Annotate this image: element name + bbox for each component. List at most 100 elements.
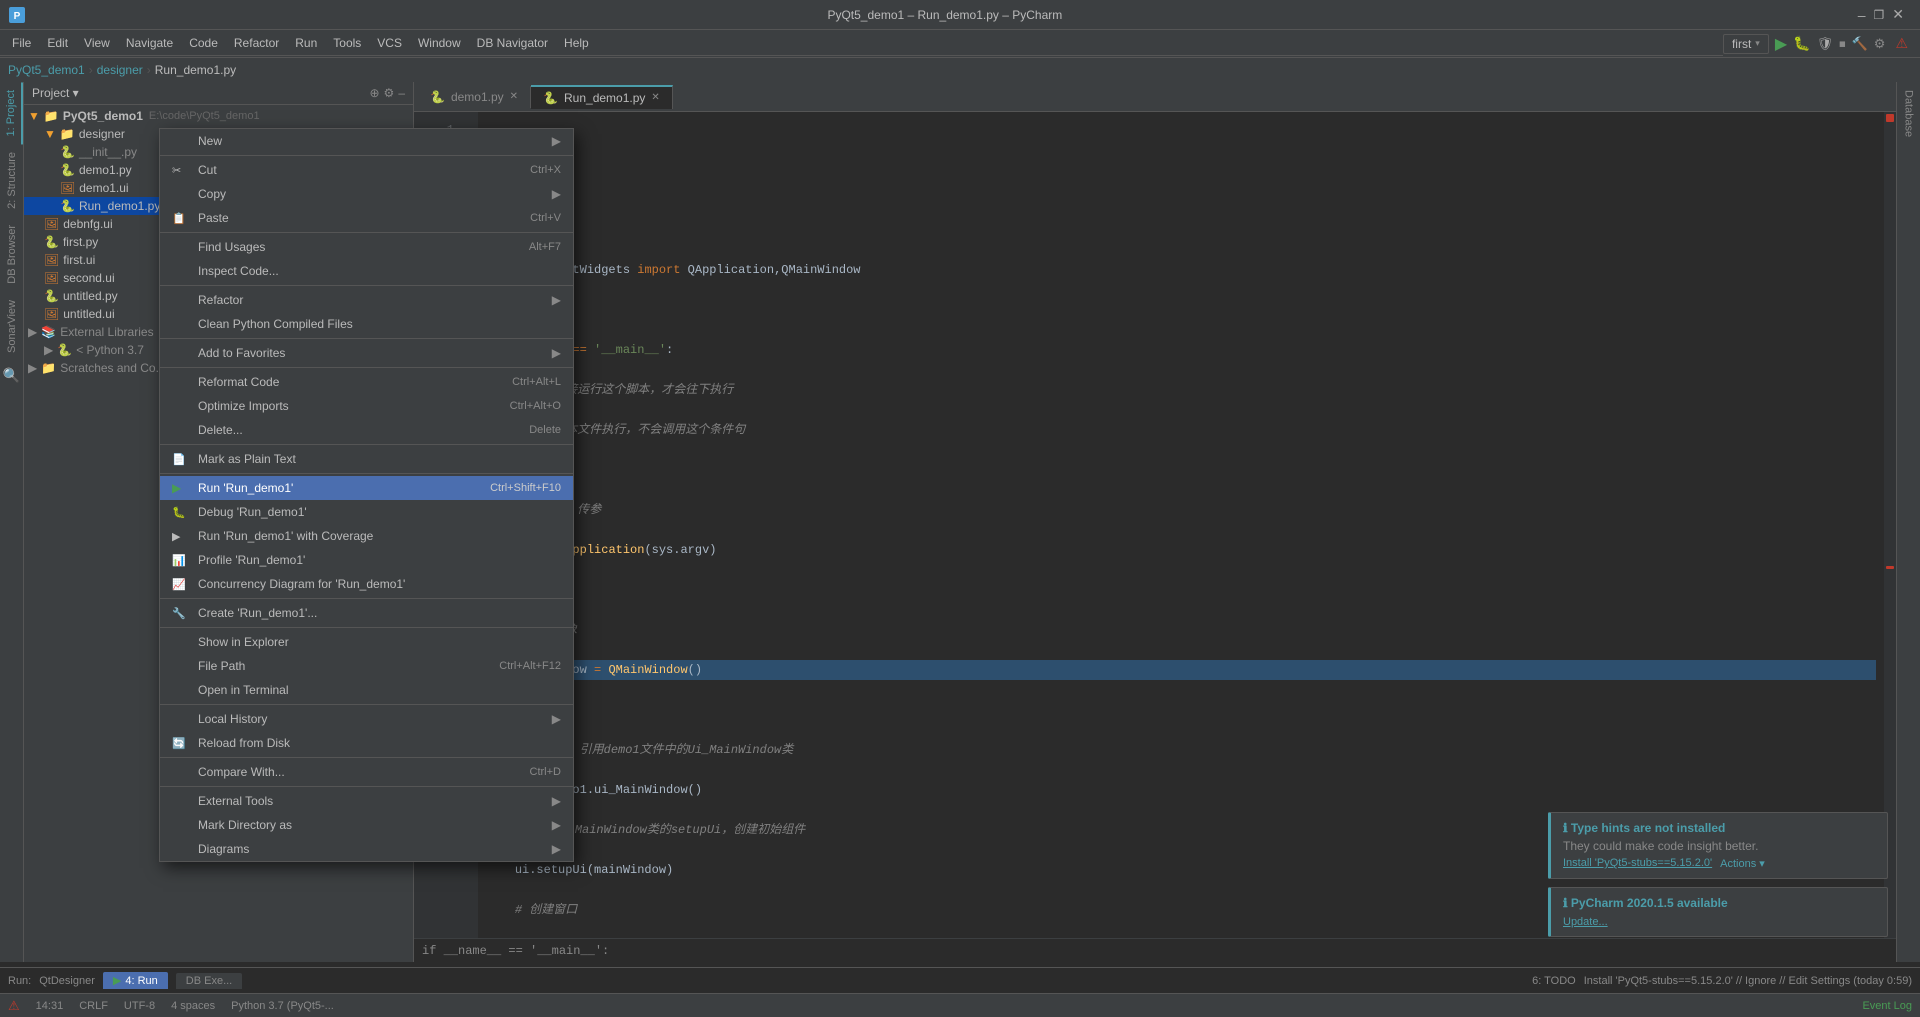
run-button[interactable]: ▶ [1775, 34, 1787, 54]
ctx-diagrams-label: Diagrams [198, 842, 552, 856]
ctx-clean-compiled[interactable]: Clean Python Compiled Files [160, 312, 573, 336]
project-gear-icon[interactable]: ⚙ [384, 86, 395, 100]
menu-navigate[interactable]: Navigate [118, 34, 181, 52]
notif-title-1: ℹ Type hints are not installed [1563, 821, 1875, 835]
ctx-sep8 [160, 598, 573, 599]
sidebar-structure-icon[interactable]: 2: Structure [2, 144, 22, 217]
ctx-run[interactable]: ▶ Run 'Run_demo1' Ctrl+Shift+F10 [160, 476, 573, 500]
sidebar-project-icon[interactable]: 1: Project [1, 82, 23, 144]
ctx-mark-dir[interactable]: Mark Directory as ▶ [160, 813, 573, 837]
menu-view[interactable]: View [76, 34, 118, 52]
sidebar-sonarview-icon[interactable]: SonarView [2, 292, 22, 361]
ctx-file-path[interactable]: File Path Ctrl+Alt+F12 [160, 654, 573, 678]
ctx-optimize-imports[interactable]: Optimize Imports Ctrl+Alt+O [160, 394, 573, 418]
editor-bottom-hint: if __name__ == '__main__': [414, 938, 1896, 962]
ctx-copy[interactable]: Copy ▶ [160, 182, 573, 206]
tab-run-close[interactable]: ✕ [651, 92, 659, 103]
notif-actions[interactable]: Actions ▾ [1720, 857, 1765, 870]
run-config-dropdown[interactable]: first ▾ [1723, 34, 1769, 54]
ctx-optimize-label: Optimize Imports [198, 399, 510, 413]
ctx-sep9 [160, 627, 573, 628]
ctx-cut[interactable]: ✂ Cut Ctrl+X [160, 158, 573, 182]
minimize-button[interactable]: – [1858, 6, 1866, 23]
ctx-diagrams[interactable]: Diagrams ▶ [160, 837, 573, 861]
ctx-show-explorer[interactable]: Show in Explorer [160, 630, 573, 654]
app-icon: P [8, 6, 26, 24]
ctx-inspect-code-label: Inspect Code... [198, 264, 561, 278]
sidebar-db-browser-icon[interactable]: DB Browser [2, 217, 22, 292]
ctx-profile[interactable]: 📊 Profile 'Run_demo1' [160, 548, 573, 572]
tree-item-root[interactable]: ▼ 📁 PyQt5_demo1 E:\code\PyQt5_demo1 [24, 107, 413, 125]
run-tab-btn[interactable]: ▶ 4: Run [103, 972, 168, 989]
code-line-4: from PyQt5.QtWidgets import QApplication… [486, 260, 1876, 280]
notif-install-link[interactable]: Install 'PyQt5-stubs==5.15.2.0' [1563, 857, 1712, 870]
menu-file[interactable]: File [4, 34, 39, 52]
ctx-concurrency[interactable]: 📈 Concurrency Diagram for 'Run_demo1' [160, 572, 573, 596]
ctx-inspect-code[interactable]: Inspect Code... [160, 259, 573, 283]
ctx-reformat[interactable]: Reformat Code Ctrl+Alt+L [160, 370, 573, 394]
ctx-compare[interactable]: Compare With... Ctrl+D [160, 760, 573, 784]
project-add-icon[interactable]: ⊕ [369, 86, 379, 100]
settings-button[interactable]: ⚙ [1874, 36, 1886, 52]
status-charset: UTF-8 [124, 1000, 155, 1012]
project-collapse-icon[interactable]: – [398, 86, 405, 100]
left-sidebar: 1: Project 2: Structure DB Browser Sonar… [0, 82, 24, 962]
coverage-icon: ▶ [172, 530, 190, 543]
tab-demo1py-close[interactable]: ✕ [510, 91, 518, 102]
menu-edit[interactable]: Edit [39, 34, 76, 52]
ctx-new[interactable]: New ▶ [160, 129, 573, 153]
menu-code[interactable]: Code [181, 34, 226, 52]
menu-refactor[interactable]: Refactor [226, 34, 287, 52]
stop-button[interactable]: ⏹ [1839, 36, 1846, 52]
ctx-open-terminal[interactable]: Open in Terminal [160, 678, 573, 702]
menu-help[interactable]: Help [556, 34, 597, 52]
close-button[interactable]: ✕ [1892, 6, 1904, 23]
db-navigator-tab[interactable]: Database [1899, 82, 1919, 145]
bc-project[interactable]: PyQt5_demo1 [8, 63, 85, 77]
cut-icon: ✂ [172, 164, 190, 177]
menu-tools[interactable]: Tools [325, 34, 369, 52]
ctx-clean-label: Clean Python Compiled Files [198, 317, 561, 331]
bc-file[interactable]: Run_demo1.py [155, 63, 236, 77]
run-value: QtDesigner [39, 975, 95, 987]
ctx-delete[interactable]: Delete... Delete [160, 418, 573, 442]
notification-area: ℹ Type hints are not installed They coul… [1548, 812, 1888, 937]
ctx-refactor[interactable]: Refactor ▶ [160, 288, 573, 312]
menu-db-navigator[interactable]: DB Navigator [469, 34, 556, 52]
run-with-coverage-button[interactable]: 🛡 [1817, 36, 1834, 52]
menu-run[interactable]: Run [287, 34, 325, 52]
ctx-reload[interactable]: 🔄 Reload from Disk [160, 731, 573, 755]
ctx-paste[interactable]: 📋 Paste Ctrl+V [160, 206, 573, 230]
menu-window[interactable]: Window [410, 34, 469, 52]
ctx-mark-plain[interactable]: 📄 Mark as Plain Text [160, 447, 573, 471]
db-tab-btn[interactable]: DB Exe... [176, 973, 242, 989]
tab-demo1py[interactable]: 🐍 demo1.py ✕ [418, 86, 531, 108]
ctx-find-usages[interactable]: Find Usages Alt+F7 [160, 235, 573, 259]
ctx-terminal-label: Open in Terminal [198, 683, 561, 697]
ctx-coverage-label: Run 'Run_demo1' with Coverage [198, 529, 561, 543]
ctx-external-tools[interactable]: External Tools ▶ [160, 789, 573, 813]
ctx-add-favorites[interactable]: Add to Favorites ▶ [160, 341, 573, 365]
debug-button[interactable]: 🐛 [1793, 35, 1810, 52]
ctx-external-tools-label: External Tools [198, 794, 552, 808]
ctx-debug[interactable]: 🐛 Debug 'Run_demo1' [160, 500, 573, 524]
notif-update-link[interactable]: Update... [1563, 916, 1608, 928]
build-button[interactable]: 🔨 [1852, 36, 1868, 52]
ctx-find-usages-label: Find Usages [198, 240, 529, 254]
menu-bar: File Edit View Navigate Code Refactor Ru… [0, 32, 1723, 56]
event-log-btn[interactable]: Event Log [1862, 1000, 1912, 1012]
ctx-sep10 [160, 704, 573, 705]
code-line-10: # 实例化，传参 [486, 500, 1876, 520]
ctx-run-coverage[interactable]: ▶ Run 'Run_demo1' with Coverage [160, 524, 573, 548]
bc-folder[interactable]: designer [97, 63, 143, 77]
tab-run-demo1py[interactable]: 🐍 Run_demo1.py ✕ [531, 85, 673, 109]
ctx-local-history[interactable]: Local History ▶ [160, 707, 573, 731]
ctx-create[interactable]: 🔧 Create 'Run_demo1'... [160, 601, 573, 625]
sidebar-find-icon[interactable]: 🔍 [0, 361, 24, 390]
menu-vcs[interactable]: VCS [369, 34, 410, 52]
maximize-button[interactable]: ❐ [1874, 6, 1885, 23]
code-line-8: # 别的脚本文件执行，不会调用这个条件句 [486, 420, 1876, 440]
statusbar: ⚠ 14:31 CRLF UTF-8 4 spaces Python 3.7 (… [0, 993, 1920, 1017]
bc-sep2: › [147, 63, 151, 77]
ctx-sep12 [160, 786, 573, 787]
